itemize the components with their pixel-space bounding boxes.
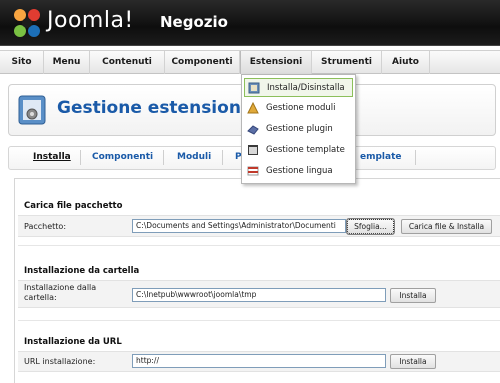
module-icon: [247, 102, 259, 114]
dropdown-item-install[interactable]: Installa/Disinstalla: [244, 78, 353, 97]
tab-componenti[interactable]: Componenti: [92, 152, 153, 162]
url-label: URL installazione:: [24, 357, 96, 366]
extensions-dropdown-menu: Installa/Disinstalla Gestione moduli Ges…: [241, 74, 356, 184]
upload-install-button[interactable]: Carica file & Installa: [401, 219, 492, 234]
url-input[interactable]: http://: [132, 354, 386, 368]
dropdown-item-label: Gestione moduli: [266, 103, 336, 113]
header-bar: Joomla! Negozio: [0, 0, 500, 46]
dropdown-item-modules[interactable]: Gestione moduli: [244, 99, 353, 118]
directory-section-title: Installazione da cartella: [24, 266, 140, 276]
main-menu-bar: Sito Menu Contenuti Componenti Estension…: [0, 50, 500, 74]
package-file-input[interactable]: C:\Documents and Settings\Administrator\…: [132, 219, 346, 233]
dropdown-item-label: Gestione plugin: [266, 124, 333, 134]
menu-componenti[interactable]: Componenti: [165, 51, 240, 74]
dropdown-item-languages[interactable]: Gestione lingua: [244, 162, 353, 181]
dropdown-item-label: Gestione template: [266, 145, 345, 155]
package-label: Pacchetto:: [24, 222, 67, 231]
section-divider: [18, 320, 500, 321]
tab-separator: [80, 150, 81, 165]
tab-moduli[interactable]: Moduli: [177, 152, 211, 162]
menu-contenuti[interactable]: Contenuti: [90, 51, 165, 74]
url-section-title: Installazione da URL: [24, 337, 122, 347]
tab-template[interactable]: emplate: [360, 152, 402, 162]
tab-separator: [163, 150, 164, 165]
joomla-logo-icon: [14, 9, 40, 37]
page-title: Gestione estensioni: [57, 98, 247, 118]
site-name: Negozio: [160, 13, 228, 31]
section-divider: [18, 245, 500, 246]
brand-name: Joomla!: [47, 8, 134, 33]
menu-strumenti[interactable]: Strumenti: [312, 51, 382, 74]
language-icon: [247, 166, 259, 176]
url-install-button[interactable]: Installa: [390, 354, 436, 369]
tab-separator: [415, 150, 416, 165]
plugin-icon: [247, 125, 259, 135]
directory-label: Installazione dalla cartella:: [24, 283, 97, 302]
install-icon: [248, 82, 260, 94]
menu-estensioni[interactable]: Estensioni: [240, 51, 312, 74]
dropdown-item-templates[interactable]: Gestione template: [244, 141, 353, 160]
menu-aiuto[interactable]: Aiuto: [382, 51, 430, 74]
dropdown-item-plugins[interactable]: Gestione plugin: [244, 120, 353, 139]
directory-input[interactable]: C:\Inetpub\wwwroot\joomla\tmp: [132, 288, 386, 302]
menu-menu[interactable]: Menu: [44, 51, 90, 74]
menu-sito[interactable]: Sito: [0, 51, 44, 74]
browse-button[interactable]: Sfoglia...: [346, 218, 395, 235]
upload-section-title: Carica file pacchetto: [24, 201, 123, 211]
tab-separator: [222, 150, 223, 165]
tab-installa[interactable]: Installa: [33, 152, 71, 162]
extension-manager-icon: [18, 95, 46, 125]
dropdown-item-label: Gestione lingua: [266, 166, 333, 176]
dropdown-item-label: Installa/Disinstalla: [267, 83, 345, 93]
template-icon: [248, 145, 258, 155]
directory-install-button[interactable]: Installa: [390, 288, 436, 303]
